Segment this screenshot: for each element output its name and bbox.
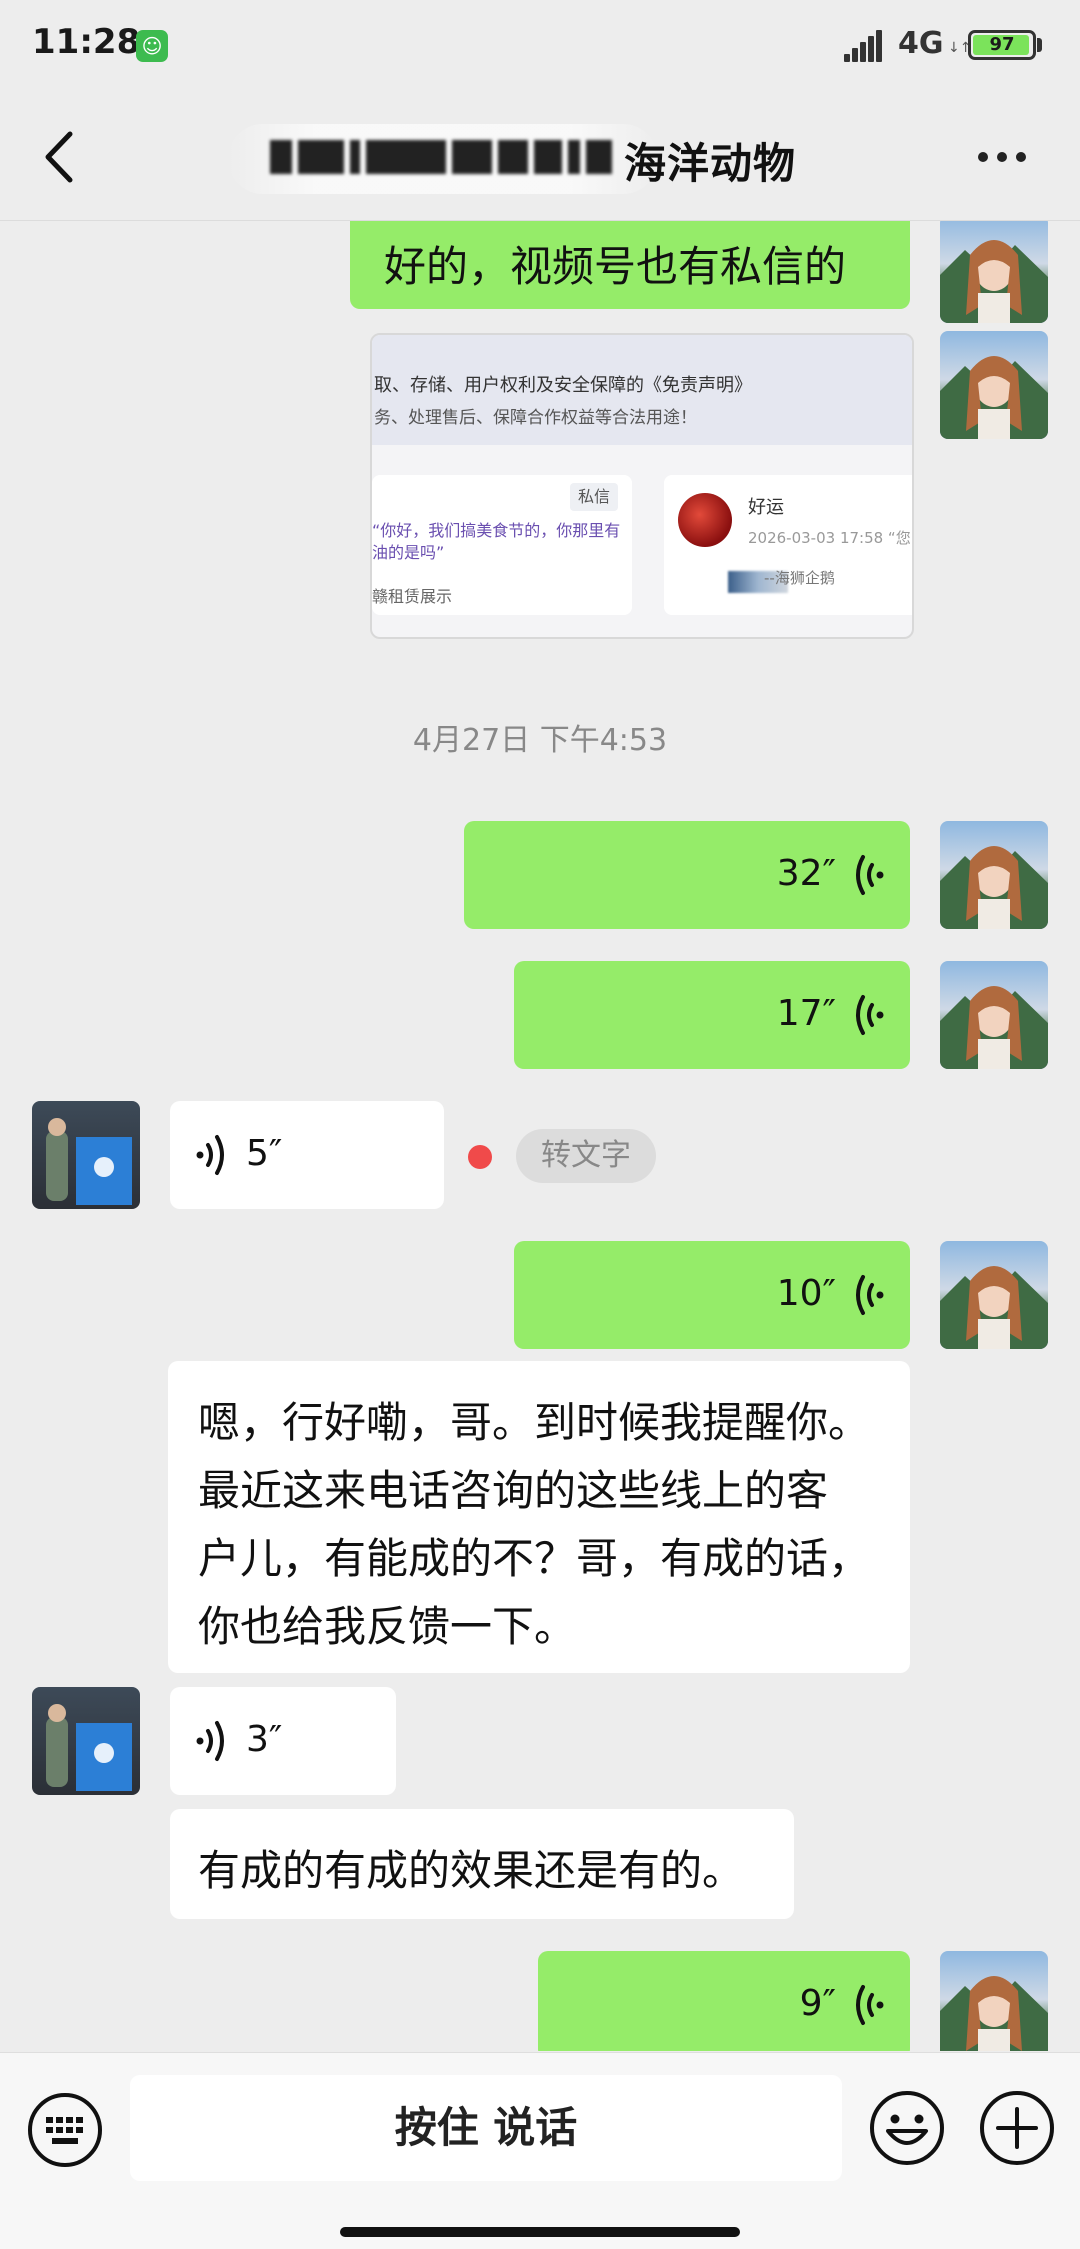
battery-icon: 97 [968,30,1036,60]
image-text: 取、存储、用户权利及安全保障的《免责声明》 [374,375,752,396]
message-line: 最近这来电话咨询的这些线上的客 [198,1466,829,1515]
avatar-self[interactable] [940,1951,1048,2051]
message-bubble-other[interactable]: 嗯，行好嘞，哥。到时候我提醒你。 最近这来电话咨询的这些线上的客 户儿，有能成的… [168,1361,910,1673]
voice-message-self[interactable]: 32″ [464,821,910,929]
more-icon [978,152,988,162]
avatar-self[interactable] [940,821,1048,929]
avatar-self[interactable] [940,331,1048,439]
image-message[interactable]: 取、存储、用户权利及安全保障的《免责声明》 务、处理售后、保障合作权益等合法用途… [370,333,914,639]
keyboard-icon [28,2093,102,2167]
voice-duration: 17″ [776,993,836,1034]
avatar-self[interactable] [940,1241,1048,1349]
title-redacted [270,140,618,174]
home-indicator[interactable] [340,2227,740,2237]
more-button[interactable] [972,148,1032,168]
network-type: 4G [898,26,944,61]
voice-duration: 5″ [246,1133,283,1174]
voice-message-self[interactable]: 17″ [514,961,910,1069]
voice-message-self[interactable]: 9″ [538,1951,910,2051]
chat-message-list[interactable]: 好的，视频号也有私信的 取、存储、用户权利及安全保障的《免责声明》 务、处理售后… [0,221,1080,2051]
hold-to-talk-button[interactable]: 按住 说话 [130,2075,842,2181]
battery-cap [1037,38,1042,52]
image-text: 油的是吗” [372,543,445,562]
status-time: 11:28 [32,22,141,62]
image-header-area: 取、存储、用户权利及安全保障的《免责声明》 务、处理售后、保障合作权益等合法用途… [372,335,912,445]
voice-duration: 10″ [776,1273,836,1314]
voice-message-other[interactable]: 3″ [170,1687,396,1795]
more-functions-button[interactable] [978,2089,1056,2167]
avatar-self[interactable] [940,961,1048,1069]
emoji-button[interactable] [868,2089,946,2167]
image-text: 务、处理售后、保障合作权益等合法用途！ [374,408,697,428]
image-text: 赣租赁展示 [372,587,453,606]
status-bar: 11:28 ☺ 4G ↓↑ 97 [0,0,1080,96]
voice-wave-icon [856,995,884,1035]
message-text: 有成的有成的效果还是有的。 [198,1846,745,1895]
message-bubble-other[interactable]: 有成的有成的效果还是有的。 [170,1809,794,1919]
image-panel-right: 好运 2026-03-03 17:58 “您 --海狮企鹅 [664,475,912,615]
image-panel-left: 私信 “你好，我们搞美食节的，你那里有 油的是吗” 赣租赁展示 [372,475,632,615]
image-text: 2026-03-03 17:58 “您 [748,529,911,547]
input-bar: 按住 说话 [0,2052,1080,2249]
keyboard-toggle-button[interactable] [26,2091,104,2169]
message-line: 嗯，行好嘞，哥。到时候我提醒你。 [198,1398,871,1447]
voice-wave-icon [196,1135,224,1175]
image-avatar [678,493,732,547]
voice-duration: 9″ [799,1983,836,2024]
unread-dot [468,1145,492,1169]
message-bubble-self[interactable]: 好的，视频号也有私信的 [350,221,910,309]
signal-icon [844,30,886,62]
voice-wave-icon [856,855,884,895]
voice-message-self[interactable]: 10″ [514,1241,910,1349]
image-text: 好运 [748,497,784,518]
chevron-left-icon [45,131,73,183]
message-line: 户儿，有能成的不？哥，有成的话， [198,1534,871,1583]
image-text: --海狮企鹅 [764,569,835,587]
avatar-other[interactable] [32,1687,140,1795]
message-line: 你也给我反馈一下。 [198,1602,577,1651]
plus-icon [980,2091,1054,2165]
image-tag: 私信 [570,483,618,511]
image-text: “你好，我们搞美食节的，你那里有 [372,521,621,540]
emoji-icon [870,2091,944,2165]
message-text: 好的，视频号也有私信的 [384,242,847,291]
message-timestamp: 4月27日 下午4:53 [412,723,668,758]
voice-duration: 3″ [246,1719,283,1760]
voice-wave-icon [856,1275,884,1315]
voice-duration: 32″ [776,853,836,894]
voice-wave-icon [856,1985,884,2025]
battery-percent: 97 [989,34,1015,55]
voice-message-other[interactable]: 5″ [170,1101,444,1209]
avatar-self[interactable] [940,221,1048,323]
convert-to-text-button[interactable]: 转文字 [516,1129,656,1183]
app-notification-icon: ☺ [136,30,168,62]
message-text: 嗯，行好嘞，哥。到时候我提醒你。 最近这来电话咨询的这些线上的客 户儿，有能成的… [198,1389,870,1661]
voice-wave-icon [196,1721,224,1761]
back-button[interactable] [34,122,94,192]
chat-title: 海洋动物 [624,139,797,188]
chat-title-bar: 海洋动物 [0,96,1080,221]
avatar-other[interactable] [32,1101,140,1209]
